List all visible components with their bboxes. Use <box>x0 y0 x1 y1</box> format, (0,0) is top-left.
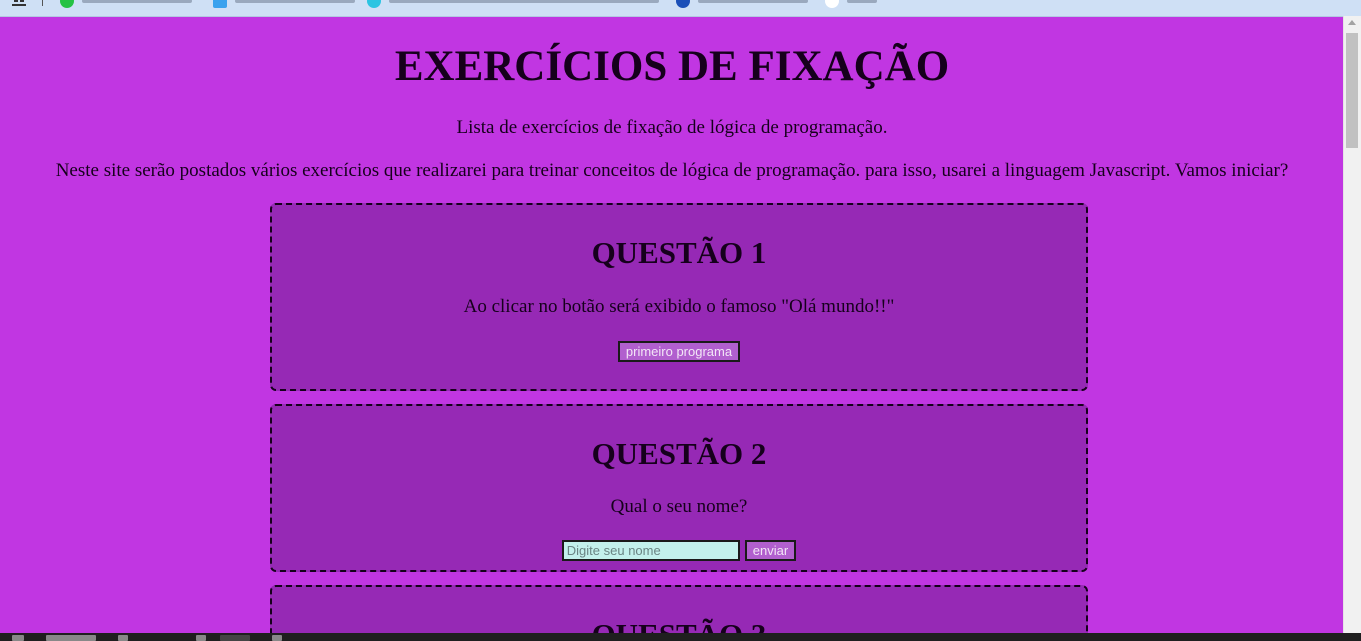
scroll-up-arrow-icon[interactable] <box>1348 20 1356 25</box>
name-input[interactable] <box>561 540 740 561</box>
site-icon <box>676 0 690 8</box>
bookmark-item[interactable] <box>213 0 355 8</box>
bookmark-item[interactable] <box>676 0 808 8</box>
document-icon <box>213 0 227 8</box>
taskbar-item[interactable] <box>46 635 96 641</box>
question-title: QUESTÃO 3 <box>272 617 1086 633</box>
bookmarks-separator <box>42 0 43 6</box>
bookmark-item[interactable] <box>367 0 659 8</box>
bookmark-label <box>235 0 355 3</box>
question-card-2: QUESTÃO 2 Qual o seu nome? enviar <box>270 404 1088 572</box>
bookmark-item[interactable] <box>60 0 192 8</box>
globe-icon <box>367 0 381 8</box>
question-card-1: QUESTÃO 1 Ao clicar no botão será exibid… <box>270 203 1088 391</box>
question-title: QUESTÃO 2 <box>591 436 767 471</box>
page-title: EXERCÍCIOS DE FIXAÇÃO <box>394 43 950 90</box>
bookmarks-bar <box>0 0 1361 17</box>
page-content: EXERCÍCIOS DE FIXAÇÃO Lista de exercício… <box>0 16 1344 633</box>
taskbar <box>0 633 1361 641</box>
scrollbar-thumb[interactable] <box>1346 33 1358 148</box>
first-program-button[interactable]: primeiro programa <box>617 341 741 362</box>
page-intro: Neste site serão postados vários exercíc… <box>55 160 1289 181</box>
start-icon[interactable] <box>12 635 24 641</box>
page-subtitle: Lista de exercícios de fixação de lógica… <box>456 117 888 138</box>
question-title: QUESTÃO 1 <box>591 235 767 270</box>
taskbar-item-active[interactable] <box>220 635 250 641</box>
taskbar-item[interactable] <box>196 635 206 641</box>
site-icon <box>825 0 839 8</box>
bookmark-label <box>389 0 659 3</box>
whatsapp-icon <box>60 0 74 8</box>
question-card-3: QUESTÃO 3 <box>270 585 1088 633</box>
vertical-scrollbar[interactable] <box>1343 16 1361 633</box>
bookmark-label <box>847 0 877 3</box>
bookmark-label <box>698 0 808 3</box>
question-description: Qual o seu nome? <box>610 496 748 517</box>
question-description: Ao clicar no botão será exibido o famoso… <box>463 296 895 317</box>
taskbar-item[interactable] <box>118 635 128 641</box>
taskbar-item[interactable] <box>272 635 282 641</box>
apps-grid-icon[interactable] <box>12 0 26 6</box>
bookmark-label <box>82 0 192 3</box>
submit-button[interactable]: enviar <box>744 540 797 561</box>
bookmark-item[interactable] <box>825 0 877 8</box>
